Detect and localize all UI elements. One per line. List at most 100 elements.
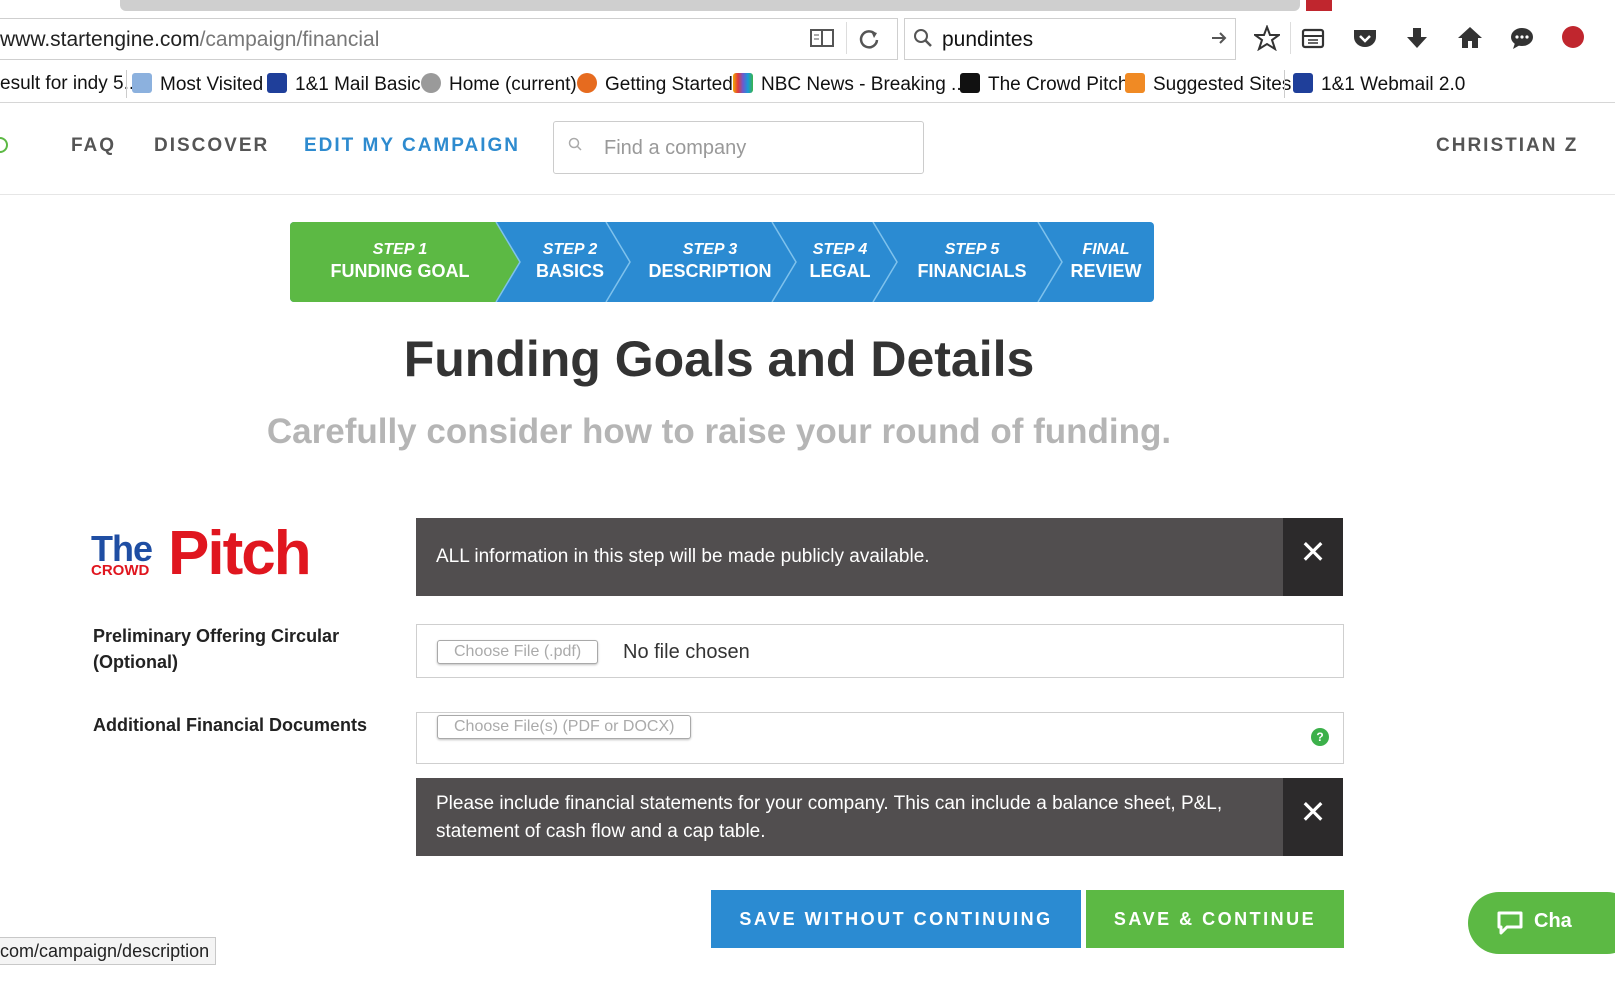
nav-faq[interactable]: FAQ xyxy=(71,135,116,157)
search-go-arrow-icon[interactable] xyxy=(1210,30,1228,46)
firefox-icon xyxy=(577,73,597,93)
nav-discover[interactable]: DISCOVER xyxy=(154,135,269,157)
most-visited-icon xyxy=(132,73,152,93)
step-legal[interactable]: STEP 4 LEGAL xyxy=(798,240,882,283)
alert-text: ALL information in this step will be mad… xyxy=(436,546,930,567)
bookmark-item[interactable]: Most Visited xyxy=(132,73,263,96)
globe-icon xyxy=(421,73,441,93)
file-status: No file chosen xyxy=(623,641,750,663)
step-number: STEP 1 xyxy=(372,241,428,258)
save-and-continue-button[interactable]: SAVE & CONTINUE xyxy=(1086,890,1344,948)
page-title: Funding Goals and Details xyxy=(403,331,1035,387)
tab-favicon-red[interactable] xyxy=(1306,0,1332,11)
search-bar-value[interactable]: pundintes xyxy=(942,28,1033,52)
alert-close-button[interactable]: ✕ xyxy=(1283,518,1343,596)
step-number: STEP 2 xyxy=(542,241,598,258)
pocket-icon[interactable] xyxy=(1352,27,1378,49)
bookmark-star-icon[interactable] xyxy=(1254,25,1280,51)
close-icon: ✕ xyxy=(1299,794,1327,830)
additional-docs-field: Choose File(s) (PDF or DOCX) xyxy=(416,712,1344,764)
alert-close-button[interactable]: ✕ xyxy=(1283,778,1343,856)
page-subtitle: Carefully consider how to raise your rou… xyxy=(266,412,1172,451)
campaign-stepper: STEP 1 FUNDING GOAL STEP 2 BASICS STEP 3 DE… xyxy=(290,222,1154,302)
downloads-icon[interactable] xyxy=(1406,26,1428,50)
bookmark-item[interactable]: 1&1 Mail Basic xyxy=(267,73,421,96)
bookmark-item[interactable]: 1&1 Webmail 2.0 xyxy=(1293,73,1465,96)
step-title: FINANCIALS xyxy=(917,261,1027,281)
save-without-continuing-button[interactable]: SAVE WITHOUT CONTINUING xyxy=(711,890,1081,948)
nbc-peacock-icon xyxy=(733,73,753,93)
step-number: STEP 5 xyxy=(944,241,1000,258)
bookmark-label: 1&1 Mail Basic xyxy=(295,74,421,95)
financial-info-alert: Please include financial statements for … xyxy=(416,778,1343,856)
bookmark-item[interactable]: NBC News - Breaking ... xyxy=(733,73,967,96)
bookmarks-menu-icon[interactable] xyxy=(1301,27,1325,49)
crowd-pitch-logo-crowd: CROWD xyxy=(91,562,150,579)
step-title: DESCRIPTION xyxy=(648,261,772,281)
bookmark-label: The Crowd Pitch xyxy=(988,74,1129,95)
step-final-review[interactable]: FINAL REVIEW xyxy=(1064,240,1148,283)
tab-bar-edge xyxy=(120,0,1300,11)
url-divider xyxy=(846,22,847,54)
chat-bubble-icon[interactable] xyxy=(1509,26,1535,50)
search-icon xyxy=(914,29,932,47)
choose-file-button[interactable]: Choose File (.pdf) xyxy=(437,640,599,664)
webmail-1and1-icon xyxy=(1293,73,1313,93)
step-title: LEGAL xyxy=(809,261,871,281)
step-description[interactable]: STEP 3 DESCRIPTION xyxy=(632,240,788,283)
bookmark-label: Most Visited xyxy=(160,74,264,95)
tab-strip xyxy=(0,0,1615,12)
bookmark-label: Getting Started xyxy=(605,74,733,95)
step-number: STEP 4 xyxy=(812,241,868,258)
close-icon: ✕ xyxy=(1299,534,1327,570)
label-line: (Optional) xyxy=(93,652,178,672)
public-info-alert: ALL information in this step will be mad… xyxy=(416,518,1343,596)
bookmark-label: Home (current) xyxy=(449,74,577,95)
step-title: BASICS xyxy=(535,261,604,281)
step-title: FUNDING GOAL xyxy=(330,261,470,281)
nav-edit-my-campaign[interactable]: EDIT MY CAMPAIGN xyxy=(304,135,520,157)
step-title: REVIEW xyxy=(1070,261,1142,281)
bookmark-label: 1&1 Webmail 2.0 xyxy=(1321,74,1466,95)
search-icon xyxy=(568,137,582,151)
bookmark-separator xyxy=(126,70,127,98)
reload-icon[interactable] xyxy=(858,28,880,50)
step-funding-goal[interactable]: STEP 1 FUNDING GOAL xyxy=(310,240,490,283)
crowd-pitch-w-icon xyxy=(960,73,980,93)
step-number: FINAL xyxy=(1082,241,1130,258)
mail-1and1-icon xyxy=(267,73,287,93)
step-number: STEP 3 xyxy=(682,241,738,258)
bookmark-label: Suggested Sites xyxy=(1153,74,1292,95)
status-bar-url: com/campaign/description xyxy=(0,937,217,965)
site-logo-icon[interactable] xyxy=(0,137,8,153)
company-search-input[interactable] xyxy=(602,128,906,168)
nav-divider xyxy=(0,194,1615,195)
bookmark-item[interactable]: The Crowd Pitch xyxy=(960,73,1128,96)
bookmark-item[interactable]: Suggested Sites xyxy=(1125,73,1291,96)
bookmark-item[interactable]: Home (current) xyxy=(421,73,577,96)
help-icon[interactable]: ? xyxy=(1311,728,1329,746)
extension-red-icon[interactable] xyxy=(1562,26,1584,48)
step-basics[interactable]: STEP 2 BASICS xyxy=(522,240,618,283)
choose-files-button[interactable]: Choose File(s) (PDF or DOCX) xyxy=(437,715,692,739)
bookmark-label: NBC News - Breaking ... xyxy=(761,74,967,95)
toolbar-divider xyxy=(1290,22,1291,54)
chat-label: Cha xyxy=(1534,910,1572,932)
suggested-sites-icon xyxy=(1125,73,1145,93)
reader-view-icon[interactable] xyxy=(810,28,834,48)
bookmark-item[interactable]: esult for indy 5... xyxy=(0,73,139,95)
crowd-pitch-logo-pitch: Pitch xyxy=(168,519,312,588)
user-menu[interactable]: CHRISTIAN Z xyxy=(1436,135,1578,157)
url-path: /campaign/financial xyxy=(199,28,380,51)
chat-widget-button[interactable]: Cha xyxy=(1468,892,1615,954)
home-icon[interactable] xyxy=(1457,25,1483,49)
bookmark-label: esult for indy 5... xyxy=(0,73,140,94)
alert-text: Please include financial statements for … xyxy=(436,793,1223,842)
bookmark-separator xyxy=(1284,70,1285,98)
offering-circular-field: Choose File (.pdf) No file chosen xyxy=(416,624,1344,678)
address-bar-url[interactable]: www.startengine.com/campaign/financial xyxy=(0,28,379,52)
url-host: www.startengine.com xyxy=(0,28,200,51)
bookmark-item[interactable]: Getting Started xyxy=(577,73,733,96)
step-financials[interactable]: STEP 5 FINANCIALS xyxy=(900,240,1044,283)
additional-docs-label: Additional Financial Documents xyxy=(93,715,368,735)
